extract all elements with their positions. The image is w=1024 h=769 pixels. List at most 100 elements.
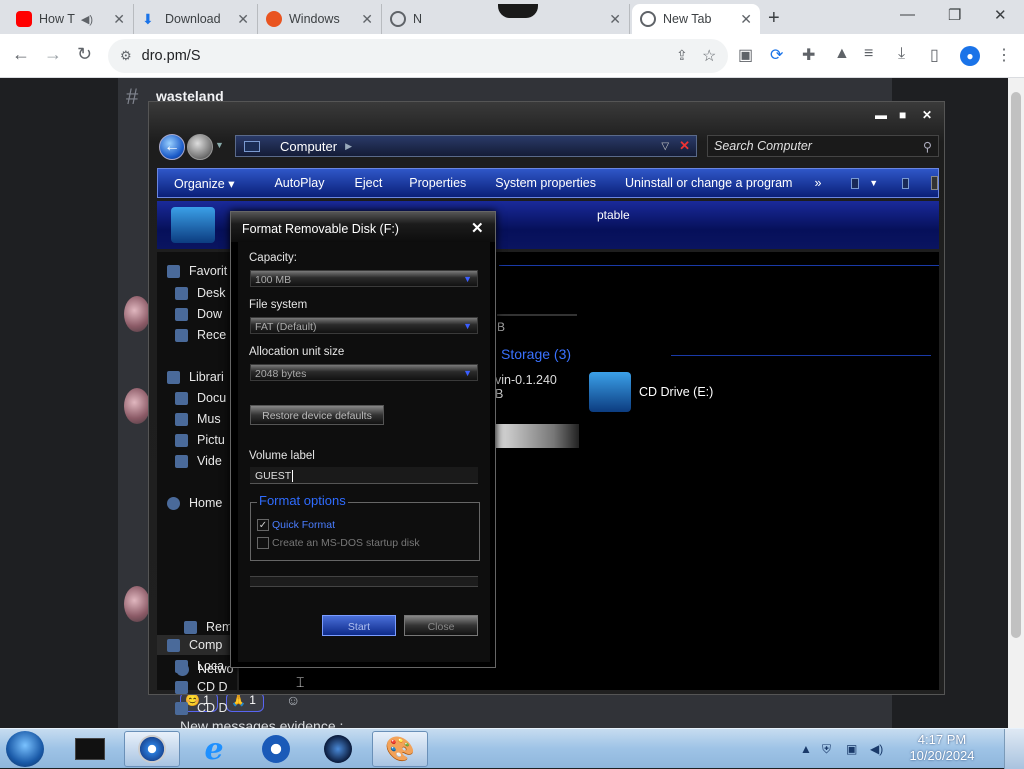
nav-downloads[interactable]: Dow [175, 307, 222, 321]
eject-button[interactable]: Eject [355, 176, 383, 190]
allocation-select[interactable]: 2048 bytes ▼ [250, 364, 478, 381]
puzzle-icon[interactable]: ✚ [802, 45, 815, 65]
show-hidden-icons[interactable]: ▲ [800, 742, 812, 756]
quick-format-checkbox[interactable]: ✓ [257, 519, 269, 531]
search-input[interactable]: Search Computer ⚲ [707, 135, 939, 157]
close-window-button[interactable]: ✕ [922, 108, 932, 122]
profile-icon[interactable]: ● [960, 46, 980, 66]
tab-windows[interactable]: Windows ✕ [258, 4, 382, 34]
side-panel-icon[interactable]: ▯ [930, 45, 939, 65]
close-icon[interactable]: ✕ [734, 11, 752, 28]
nav-favorites[interactable]: Favorit [167, 264, 227, 278]
avatar[interactable] [124, 388, 150, 424]
nav-removable-disk[interactable]: Rem [184, 620, 232, 634]
nav-homegroup[interactable]: Home [167, 496, 222, 510]
volume-icon[interactable]: ◀) [870, 742, 883, 756]
reload-button[interactable]: ↻ [77, 44, 92, 65]
view-icon[interactable] [851, 177, 860, 189]
media-icon[interactable]: ≡ [864, 45, 873, 63]
drive-label[interactable]: vin-0.1.240 B [495, 373, 557, 401]
msdos-checkbox[interactable] [257, 537, 269, 549]
search-icon[interactable]: ⚲ [923, 139, 932, 154]
tab-youtube[interactable]: How T ◀) ✕ [8, 4, 134, 34]
avatar[interactable] [124, 296, 150, 332]
minimize-button[interactable]: — [900, 6, 915, 23]
address-field[interactable]: Computer ▶ ▽ ✕ [235, 135, 697, 157]
taskbar-item-explorer[interactable] [62, 731, 118, 767]
volume-label-input[interactable]: GUEST [250, 467, 478, 484]
scrollbar-thumb[interactable] [1011, 92, 1021, 638]
uninstall-program-button[interactable]: Uninstall or change a program [625, 176, 792, 190]
tab-other[interactable]: N ✕ [382, 4, 630, 34]
site-info-icon[interactable]: ⚙ [120, 48, 132, 64]
download-icon[interactable]: ⤓ [898, 45, 905, 63]
chevron-down-icon[interactable]: ▼ [869, 178, 878, 188]
nav-cd-drive[interactable]: CD D [175, 680, 228, 694]
forward-button[interactable]: → [44, 44, 62, 65]
back-arrow-icon[interactable]: ← [159, 134, 185, 160]
nav-music[interactable]: Mus [175, 412, 221, 426]
taskbar-item-browser[interactable] [124, 731, 180, 767]
start-button[interactable] [6, 731, 44, 767]
taskbar-item-ie[interactable]: e [186, 731, 242, 767]
clear-icon[interactable]: ✕ [679, 138, 690, 154]
new-tab-button[interactable]: + [768, 7, 780, 30]
clock[interactable]: 4:17 PM 10/20/2024 [896, 732, 988, 764]
restore-defaults-button[interactable]: Restore device defaults [250, 405, 384, 425]
start-button[interactable]: Start [322, 615, 396, 636]
nav-desktop[interactable]: Desk [175, 286, 225, 300]
more-commands-button[interactable]: » [814, 176, 821, 190]
close-icon[interactable]: ✕ [471, 219, 484, 237]
extension-icon[interactable]: ⟳ [770, 45, 783, 65]
reaction-button[interactable]: 🙏 1 [226, 692, 264, 712]
close-button[interactable]: Close [404, 615, 478, 636]
chevron-right-icon[interactable]: ▶ [345, 141, 352, 152]
nav-computer[interactable]: Comp [167, 638, 222, 652]
filesystem-select[interactable]: FAT (Default) ▼ [250, 317, 478, 334]
autoplay-button[interactable]: AutoPlay [274, 176, 324, 190]
extension-icon[interactable]: ▣ [738, 45, 753, 65]
nav-cd-drive-2[interactable]: CD D [175, 701, 228, 715]
tab-new-tab[interactable]: New Tab ✕ [632, 4, 760, 34]
close-window-button[interactable]: ✕ [994, 6, 1007, 24]
organize-button[interactable]: Organize ▾ [174, 176, 234, 191]
restore-button[interactable]: ❐ [948, 6, 961, 24]
help-icon[interactable] [931, 176, 938, 190]
chevron-down-icon[interactable]: ▽ [661, 141, 669, 152]
tab-download[interactable]: ⬇ Download ✕ [134, 4, 258, 34]
quick-format-label[interactable]: Quick Format [272, 519, 335, 531]
close-icon[interactable]: ✕ [355, 11, 373, 28]
close-icon[interactable]: ✕ [603, 11, 621, 28]
taskbar-item-media-player[interactable] [248, 731, 304, 767]
shield-icon[interactable]: ⛨ [822, 742, 831, 757]
nav-network[interactable]: Netwo [176, 662, 233, 676]
speaker-icon[interactable]: ◀) [81, 13, 93, 26]
capacity-select[interactable]: 100 MB ▼ [250, 270, 478, 287]
nav-libraries[interactable]: Librari [167, 370, 224, 384]
preview-pane-icon[interactable] [902, 177, 910, 189]
forward-arrow-icon[interactable] [187, 134, 213, 160]
selected-drive-highlight[interactable] [495, 424, 579, 448]
recent-pages-icon[interactable]: ▼ [215, 140, 224, 150]
nav-videos[interactable]: Vide [175, 454, 222, 468]
star-icon[interactable]: ☆ [702, 46, 716, 66]
system-properties-button[interactable]: System properties [495, 176, 596, 190]
back-button[interactable]: ← [12, 44, 30, 65]
nav-pictures[interactable]: Pictu [175, 433, 225, 447]
cd-drive-item[interactable]: CD Drive (E:) [589, 372, 713, 412]
close-icon[interactable]: ✕ [231, 11, 249, 28]
show-desktop-button[interactable] [1004, 729, 1024, 769]
avatar[interactable] [124, 586, 150, 622]
maximize-button[interactable]: ■ [899, 108, 906, 122]
address-bar[interactable]: ⚙ dro.pm/S ⇪ ☆ [108, 39, 728, 73]
storage-group-header[interactable]: Storage (3) [501, 346, 571, 362]
nav-recent[interactable]: Rece [175, 328, 226, 342]
properties-button[interactable]: Properties [409, 176, 466, 190]
network-icon[interactable]: ▣ [846, 742, 857, 756]
taskbar-item-paint[interactable]: 🎨 [372, 731, 428, 767]
share-icon[interactable]: ⇪ [676, 47, 688, 64]
flask-icon[interactable]: ▲ [834, 45, 850, 63]
nav-documents[interactable]: Docu [175, 391, 226, 405]
taskbar-item-app[interactable] [310, 731, 366, 767]
menu-icon[interactable]: ⋮ [996, 45, 1012, 65]
